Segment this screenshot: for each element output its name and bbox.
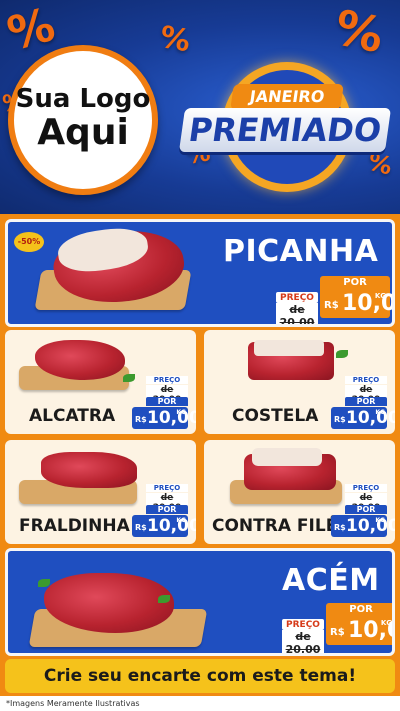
- preco-label: PREÇO: [146, 376, 188, 384]
- disclaimer-footnote: *Imagens Meramente Ilustrativas: [0, 696, 400, 711]
- new-price: 10,00: [342, 291, 395, 316]
- offer-card-alcatra[interactable]: ALCATRA PREÇO de 20,00 POR R$ 10,00 KG: [5, 330, 196, 434]
- price-tag: PREÇO de 20,00 POR R$ 10,00 KG: [282, 603, 392, 653]
- unit: KG: [176, 517, 186, 524]
- currency: R$: [334, 523, 346, 532]
- por-label: POR: [345, 505, 387, 514]
- herb-garnish-icon: [38, 579, 50, 587]
- offer-card-contra-file[interactable]: CONTRA FILÉ PREÇO de 20,00 POR R$ 10,00 …: [204, 440, 395, 544]
- new-price-box: R$ 10,00 KG: [132, 515, 196, 537]
- old-price: de 20,00: [276, 303, 318, 324]
- offer-card-picanha[interactable]: -50% PICANHA PREÇO de 20,00 POR R$ 10,00…: [5, 219, 395, 327]
- cta-banner[interactable]: Crie seu encarte com este tema!: [5, 659, 395, 693]
- unit: KG: [380, 619, 392, 627]
- new-price-box: R$ 10,00 KG: [331, 515, 395, 537]
- new-price: 10,00: [147, 516, 196, 536]
- offer-card-costela[interactable]: COSTELA PREÇO de 20,00 POR R$ 10,00 KG: [204, 330, 395, 434]
- currency: R$: [330, 627, 345, 638]
- badge-month: JANEIRO: [230, 84, 344, 110]
- price-tag: PREÇO de 20,00 POR R$ 10,00 KG: [132, 376, 196, 430]
- old-price: de 20,00: [282, 630, 324, 653]
- por-label: POR: [146, 505, 188, 514]
- currency: R$: [324, 300, 339, 311]
- meat-fat: [254, 340, 324, 356]
- new-price: 10,00: [346, 408, 395, 428]
- unit: KG: [374, 292, 386, 300]
- percent-decoration-icon: %: [329, 0, 389, 65]
- por-label: POR: [146, 397, 188, 406]
- preco-label: PREÇO: [282, 619, 324, 630]
- discount-badge: -50%: [14, 232, 44, 252]
- currency: R$: [135, 523, 147, 532]
- new-price-box: R$ 10,00 KG: [132, 407, 196, 429]
- price-tag: PREÇO de 20,00 POR R$ 10,00 KG: [331, 484, 395, 538]
- currency: R$: [135, 415, 147, 424]
- hero-banner: % % % % % % Sua Logo Aqui JANEIRO PREMIA…: [0, 0, 400, 218]
- new-price: 10,00: [346, 516, 395, 536]
- currency: R$: [334, 415, 346, 424]
- campaign-badge: JANEIRO PREMIADO: [178, 62, 392, 192]
- product-name: PICANHA: [223, 234, 379, 269]
- preco-label: PREÇO: [146, 484, 188, 492]
- new-price-box: R$ 10,00 KG: [331, 407, 395, 429]
- new-price-box: R$ 10,00 KG: [326, 617, 392, 645]
- preco-label: PREÇO: [276, 292, 318, 303]
- store-logo-placeholder: Sua Logo Aqui: [8, 45, 158, 195]
- preco-label: PREÇO: [345, 376, 387, 384]
- logo-line2: Aqui: [37, 112, 129, 154]
- unit: KG: [176, 409, 186, 416]
- price-tag: PREÇO de 20,00 POR R$ 10,00 KG: [276, 276, 392, 324]
- por-label: POR: [326, 603, 392, 617]
- herb-garnish-icon: [123, 374, 135, 382]
- logo-line1: Sua Logo: [15, 84, 151, 115]
- price-tag: PREÇO de 20,00 POR R$ 10,00 KG: [331, 376, 395, 430]
- unit: KG: [375, 517, 385, 524]
- herb-garnish-icon: [158, 595, 170, 603]
- meat-fat: [252, 448, 322, 466]
- por-label: POR: [345, 397, 387, 406]
- fraldinha-image: [41, 452, 137, 488]
- new-price-box: R$ 10,00 KG: [320, 290, 392, 318]
- por-label: POR: [320, 276, 390, 290]
- preco-label: PREÇO: [345, 484, 387, 492]
- price-tag: PREÇO de 20,00 POR R$ 10,00 KG: [132, 484, 196, 538]
- new-price: 10,00: [147, 408, 196, 428]
- offer-card-fraldinha[interactable]: FRALDINHA PREÇO de 20,00 POR R$ 10,00 KG: [5, 440, 196, 544]
- percent-decoration-icon: %: [157, 19, 193, 60]
- herb-garnish-icon: [336, 350, 348, 358]
- badge-title: PREMIADO: [178, 108, 392, 152]
- offer-card-acem[interactable]: ACÉM PREÇO de 20,00 POR R$ 10,00 KG: [5, 548, 395, 656]
- unit: KG: [375, 409, 385, 416]
- product-name: ACÉM: [282, 563, 380, 598]
